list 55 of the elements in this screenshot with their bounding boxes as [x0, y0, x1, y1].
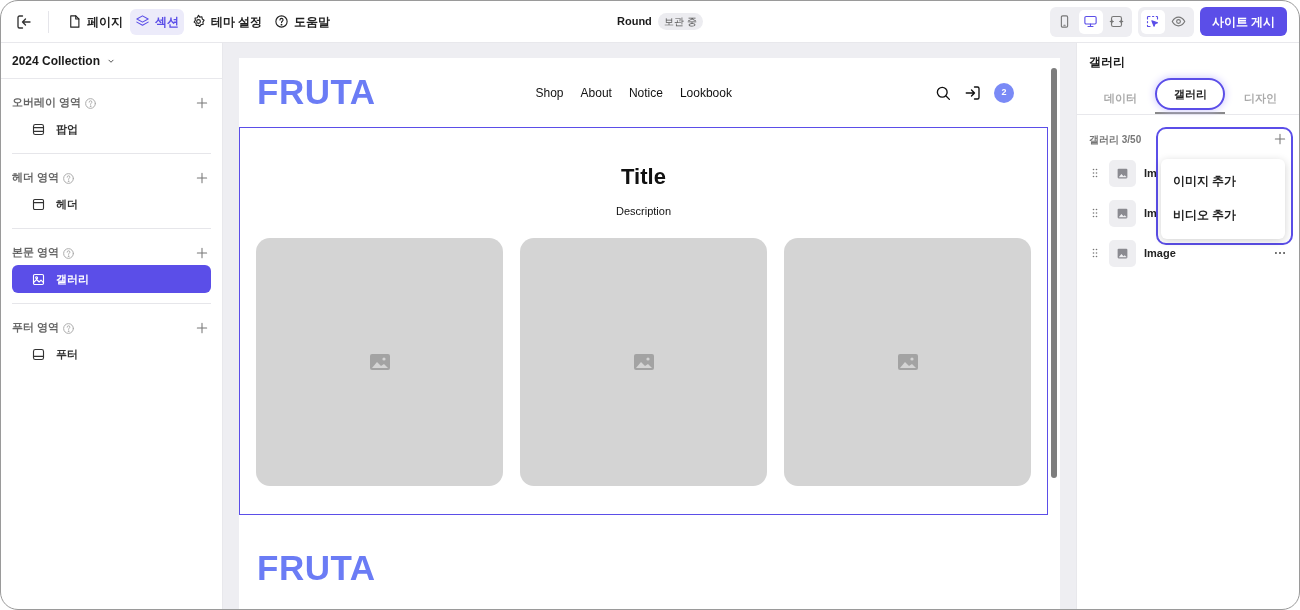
- item-label: Im: [1144, 205, 1157, 221]
- footer-logo: FRUTA: [257, 546, 376, 589]
- image-icon: [1116, 206, 1129, 220]
- menu-item[interactable]: 비디오 추가: [1161, 199, 1285, 233]
- help-icon: [83, 96, 97, 110]
- collection-dropdown[interactable]: 2024 Collection: [12, 51, 117, 70]
- nav-link[interactable]: Lookbook: [679, 83, 732, 102]
- nav-tab[interactable]: 페이지: [62, 8, 128, 35]
- view-toggle[interactable]: [1140, 9, 1165, 34]
- section-title: Title: [621, 163, 666, 191]
- help-icon: [61, 171, 75, 185]
- nav-tab[interactable]: 도움말: [269, 8, 336, 35]
- gallery-count: 갤러리 3/50: [1089, 132, 1142, 147]
- nav-link[interactable]: Notice: [628, 83, 663, 102]
- section-description: Description: [616, 204, 671, 219]
- nav-tab[interactable]: 테마 설정: [186, 8, 268, 35]
- status-badge: 보관 중: [657, 13, 703, 30]
- image-icon: [31, 271, 46, 287]
- publish-button[interactable]: 사이트 게시: [1199, 7, 1287, 36]
- panel-tab[interactable]: 갤러리: [1155, 78, 1225, 110]
- section-item[interactable]: 갤러리: [12, 265, 211, 293]
- header-icon: [31, 196, 46, 212]
- item-label: Image: [1144, 245, 1176, 261]
- nav-tab[interactable]: 섹션: [130, 8, 184, 35]
- selection-cursor-icon: [1145, 14, 1161, 29]
- panel-title: 갤러리: [1088, 54, 1126, 71]
- site-logo: FRUTA: [257, 71, 376, 114]
- help-icon: [61, 321, 75, 335]
- settings-icon: [191, 14, 206, 29]
- page-icon: [67, 14, 82, 29]
- login-icon[interactable]: [964, 83, 982, 102]
- group-label: 헤더 영역: [12, 170, 59, 186]
- group-label: 본문 영역: [12, 245, 59, 261]
- help-icon: [61, 246, 75, 260]
- footer-icon: [31, 346, 46, 362]
- view-toggle[interactable]: [1078, 9, 1103, 34]
- group-label: 푸터 영역: [12, 320, 59, 336]
- help-icon: [274, 14, 290, 29]
- item-label: Im: [1144, 165, 1157, 181]
- monitor-icon: [1083, 14, 1099, 29]
- section-item[interactable]: 팝업: [12, 115, 211, 143]
- image-icon: [1116, 166, 1129, 180]
- fit-width-icon: [1109, 14, 1125, 29]
- section-item[interactable]: 푸터: [12, 340, 211, 368]
- nav-link[interactable]: About: [580, 83, 612, 102]
- layers-icon: [135, 14, 150, 29]
- eye-icon: [1171, 14, 1187, 29]
- panel-icon: [31, 121, 46, 137]
- group-label: 오버레이 영역: [12, 95, 81, 111]
- nav-link[interactable]: Shop: [535, 83, 564, 102]
- section-item[interactable]: 헤더: [12, 190, 211, 218]
- exit-icon[interactable]: [15, 12, 33, 31]
- site-name: Round: [617, 14, 652, 30]
- menu-item[interactable]: 이미지 추가: [1161, 165, 1285, 199]
- image-icon: [1116, 246, 1129, 260]
